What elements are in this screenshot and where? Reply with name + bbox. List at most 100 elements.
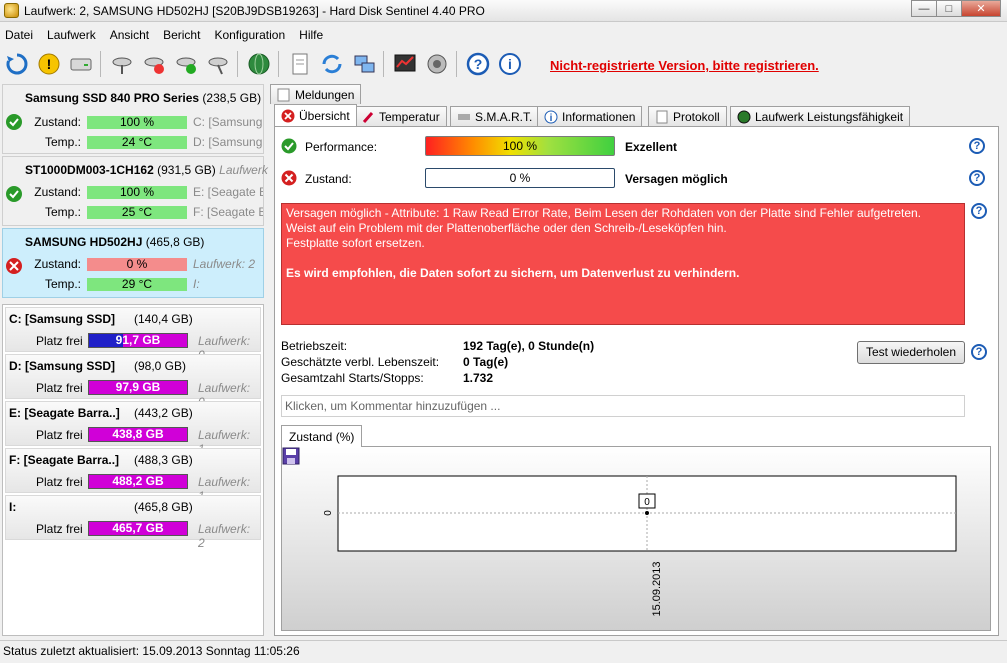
thermometer-icon bbox=[361, 110, 375, 124]
volume-name: D: [Samsung SSD] bbox=[9, 359, 116, 373]
menu-hilfe[interactable]: Hilfe bbox=[292, 26, 330, 44]
fail-icon bbox=[281, 170, 297, 186]
free-label: Platz frei bbox=[36, 475, 83, 489]
drive-label: Laufwerk: 2 bbox=[198, 522, 251, 550]
alert-box: Versagen möglich - Attribute: 1 Raw Read… bbox=[281, 203, 965, 325]
volume-name: E: [Seagate Barra..] bbox=[9, 406, 120, 420]
disk-volume-label: F: [Seagate Ba bbox=[193, 205, 263, 219]
tab-zustand-chart[interactable]: Zustand (%) bbox=[281, 425, 363, 447]
volume-name: I: bbox=[9, 500, 17, 514]
maximize-button[interactable]: □ bbox=[936, 0, 962, 17]
volume-item-f[interactable]: F: [Seagate Barra..] (488,3 GB) Platz fr… bbox=[5, 448, 261, 503]
zustand-bar: 100 % bbox=[87, 116, 187, 129]
volume-size: (443,2 GB) bbox=[134, 406, 193, 420]
comment-input[interactable]: Klicken, um Kommentar hinzuzufügen ... bbox=[281, 395, 965, 417]
disk-volume-label: C: [Samsung S bbox=[193, 115, 263, 129]
alert-recommendation: Es wird empfohlen, die Daten sofort zu s… bbox=[286, 266, 740, 280]
report-icon[interactable] bbox=[285, 49, 315, 79]
menu-datei[interactable]: Datei bbox=[0, 26, 40, 44]
gauge-icon bbox=[737, 110, 751, 124]
zustand-bar: 100 % bbox=[87, 186, 187, 199]
menu-konfiguration[interactable]: Konfiguration bbox=[207, 26, 292, 44]
test-repeat-button[interactable]: Test wiederholen bbox=[857, 341, 965, 364]
tab-meldungen[interactable]: Meldungen bbox=[270, 84, 362, 104]
title-bar: Laufwerk: 2, SAMSUNG HD502HJ [S20BJ9DSB1… bbox=[0, 0, 1007, 22]
temp-label: Temp.: bbox=[44, 135, 81, 149]
toolbar: ! ? i Nicht-registrierte Version, bitte … bbox=[0, 46, 1007, 82]
svg-text:i: i bbox=[508, 56, 512, 72]
help-icon[interactable]: ? bbox=[463, 49, 493, 79]
tab-uebersicht[interactable]: Übersicht bbox=[274, 104, 357, 126]
menu-ansicht[interactable]: Ansicht bbox=[103, 26, 156, 44]
globe-icon[interactable] bbox=[244, 49, 274, 79]
disk-volume-label: E: [Seagate Ba bbox=[193, 185, 263, 199]
disk-item-samsung-ssd[interactable]: Samsung SSD 840 PRO Series (238,5 GB) Zu… bbox=[2, 84, 264, 154]
tab-smart[interactable]: S.M.A.R.T. bbox=[450, 106, 540, 126]
volume-item-i[interactable]: I: (465,8 GB) Platz frei 465,7 GB Laufwe… bbox=[5, 495, 261, 550]
volume-size: (98,0 GB) bbox=[134, 359, 187, 373]
disk-item-seagate[interactable]: ST1000DM003-1CH162 (931,5 GB) Laufwerk Z… bbox=[2, 156, 268, 226]
chart-icon[interactable] bbox=[390, 49, 420, 79]
close-button[interactable]: ✕ bbox=[961, 0, 1001, 17]
free-label: Platz frei bbox=[36, 522, 83, 536]
disk-volume-label: D: [Samsung bbox=[193, 135, 263, 149]
volume-item-d[interactable]: D: [Samsung SSD] (98,0 GB) Platz frei 97… bbox=[5, 354, 261, 409]
disk-icon[interactable] bbox=[66, 49, 96, 79]
satellite-ok-icon[interactable] bbox=[171, 49, 201, 79]
zustand-chart: 0 0 15.09.2013 bbox=[281, 446, 991, 631]
log-icon bbox=[655, 110, 669, 124]
volume-size: (488,3 GB) bbox=[134, 453, 193, 467]
info-icon[interactable]: i bbox=[495, 49, 525, 79]
help-icon[interactable]: ? bbox=[969, 170, 985, 186]
help-icon[interactable]: ? bbox=[969, 138, 985, 154]
register-link[interactable]: Nicht-registrierte Version, bitte regist… bbox=[550, 58, 819, 73]
network-icon[interactable] bbox=[349, 49, 379, 79]
main-panel: Meldungen Übersicht Temperatur S.M.A.R.T… bbox=[268, 84, 1007, 636]
menu-laufwerk[interactable]: Laufwerk bbox=[40, 26, 103, 44]
tab-temperatur[interactable]: Temperatur bbox=[354, 106, 447, 126]
temp-bar: 24 °C bbox=[87, 136, 187, 149]
satellite-icon[interactable] bbox=[107, 49, 137, 79]
sync-icon[interactable] bbox=[317, 49, 347, 79]
speaker-icon[interactable] bbox=[422, 49, 452, 79]
help-icon[interactable]: ? bbox=[971, 344, 987, 360]
temp-label: Temp.: bbox=[44, 277, 81, 291]
volume-list: C: [Samsung SSD] (140,4 GB) Platz frei 9… bbox=[2, 304, 264, 636]
refresh-icon[interactable] bbox=[2, 49, 32, 79]
tab-protokoll[interactable]: Protokoll bbox=[648, 106, 727, 126]
tab-leistung[interactable]: Laufwerk Leistungsfähigkeit bbox=[730, 106, 911, 126]
chart-canvas: 0 0 15.09.2013 bbox=[323, 475, 957, 617]
free-space-bar: 465,7 GB bbox=[88, 521, 188, 536]
zustand-label: Zustand: bbox=[34, 257, 81, 271]
zustand-bar: 0 % bbox=[425, 168, 615, 188]
disk-drive-label: Laufwerk: 2 bbox=[193, 257, 256, 271]
y-tick-label: 0 bbox=[323, 510, 334, 516]
minimize-button[interactable]: — bbox=[911, 0, 937, 17]
volume-item-e[interactable]: E: [Seagate Barra..] (443,2 GB) Platz fr… bbox=[5, 401, 261, 456]
alert-line: Festplatte sofort ersetzen. bbox=[286, 236, 425, 250]
performance-verdict: Exzellent bbox=[625, 140, 678, 154]
warning-icon[interactable]: ! bbox=[34, 49, 64, 79]
disk-volume-label: I: bbox=[193, 277, 200, 291]
free-space-bar: 97,9 GB bbox=[88, 380, 188, 395]
ok-icon bbox=[281, 138, 297, 154]
satellite-warning-icon[interactable] bbox=[139, 49, 169, 79]
smart-icon bbox=[457, 110, 471, 124]
tab-informationen[interactable]: i Informationen bbox=[537, 106, 643, 126]
temp-bar: 25 °C bbox=[87, 206, 187, 219]
zustand-label: Zustand: bbox=[305, 172, 352, 186]
window-title: Laufwerk: 2, SAMSUNG HD502HJ [S20BJ9DSB1… bbox=[24, 4, 485, 18]
free-space-bar: 91,7 GB bbox=[88, 333, 188, 348]
starts-value: 1.732 bbox=[463, 371, 494, 385]
message-icon bbox=[277, 88, 291, 102]
menu-bericht[interactable]: Bericht bbox=[156, 26, 207, 44]
help-icon[interactable]: ? bbox=[971, 203, 987, 219]
free-label: Platz frei bbox=[36, 381, 83, 395]
satellite-settings-icon[interactable] bbox=[203, 49, 233, 79]
svg-text:!: ! bbox=[47, 56, 52, 72]
point-label: 0 bbox=[644, 497, 650, 508]
fail-icon bbox=[281, 109, 295, 123]
disk-item-samsung-hd502hj[interactable]: SAMSUNG HD502HJ (465,8 GB) Zustand: 0 % … bbox=[2, 228, 264, 298]
volume-item-c[interactable]: C: [Samsung SSD] (140,4 GB) Platz frei 9… bbox=[5, 307, 261, 362]
info-icon: i bbox=[544, 110, 558, 124]
